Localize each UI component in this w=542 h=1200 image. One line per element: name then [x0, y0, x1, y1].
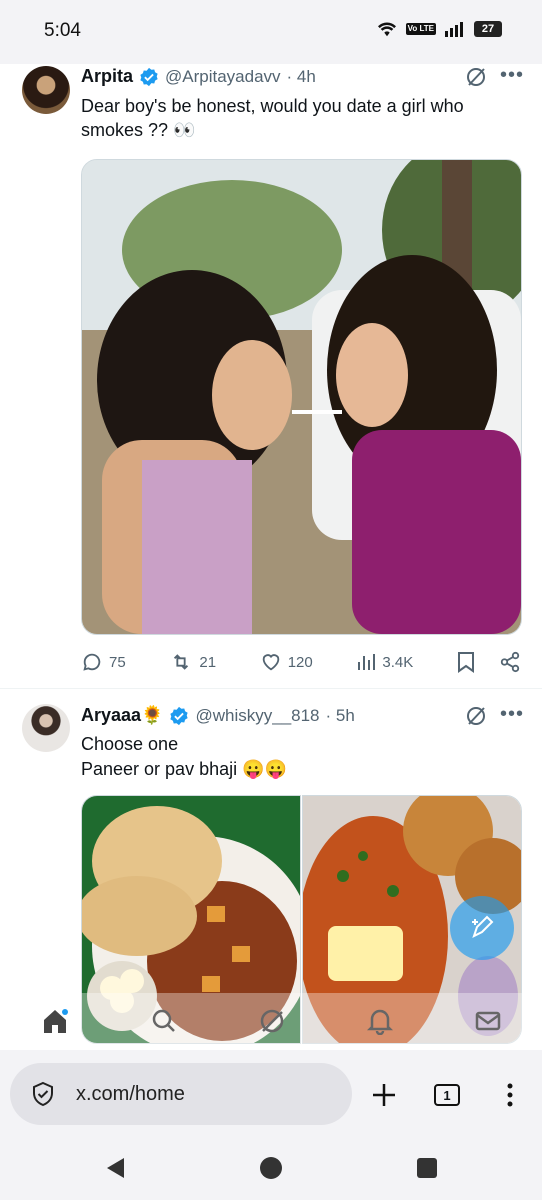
new-tab-icon[interactable]	[370, 1081, 398, 1109]
reply-count: 75	[109, 653, 126, 671]
messages-icon[interactable]	[474, 1007, 502, 1035]
compose-button[interactable]	[450, 896, 514, 960]
bottom-nav	[0, 993, 542, 1049]
tab-count: 1	[443, 1087, 451, 1103]
recents-icon[interactable]	[416, 1157, 438, 1179]
author-handle[interactable]: @whiskyy__818	[195, 706, 319, 726]
view-count: 3.4K	[382, 653, 414, 671]
browser-menu-icon[interactable]	[500, 1080, 520, 1110]
address-bar[interactable]: x.com/home	[10, 1063, 352, 1125]
battery-icon: 27	[474, 21, 502, 37]
tweet-time: · 5h	[325, 705, 355, 725]
tab-switcher-button[interactable]: 1	[434, 1084, 460, 1106]
tweet-text-line2: Paneer or pav bhaji 😛😛	[81, 759, 287, 779]
views-icon	[358, 654, 376, 670]
author-handle[interactable]: @Arpitayadavv	[165, 67, 281, 87]
url-text[interactable]: x.com/home	[76, 1083, 185, 1106]
retweet-button[interactable]: 21	[169, 651, 216, 673]
bookmark-icon[interactable]	[457, 651, 475, 673]
security-shield-icon[interactable]	[30, 1081, 56, 1107]
author-name[interactable]: Aryaaa🌻	[81, 705, 163, 726]
tweet-divider	[0, 688, 542, 689]
reply-button[interactable]: 75	[81, 651, 126, 673]
tweet-photo[interactable]	[81, 159, 522, 635]
tweet-header: Aryaaa🌻 @whiskyy__818 · 5h	[81, 705, 355, 726]
author-name[interactable]: Arpita	[81, 66, 133, 87]
verified-badge-icon	[140, 67, 158, 86]
wifi-icon	[377, 22, 396, 37]
compose-icon	[472, 915, 494, 938]
retweet-icon	[174, 654, 189, 670]
like-button[interactable]: 120	[260, 651, 313, 673]
tweet-time: · 4h	[286, 66, 316, 86]
retweet-count: 21	[199, 653, 217, 671]
share-icon[interactable]	[499, 651, 521, 673]
avatar[interactable]	[22, 704, 70, 752]
avatar[interactable]	[22, 66, 70, 114]
status-time: 5:04	[44, 20, 81, 41]
views-button[interactable]: 3.4K	[356, 652, 413, 672]
verified-badge-icon	[170, 706, 189, 725]
grok-nav-icon[interactable]	[258, 1007, 286, 1035]
volte-badge: Vo LTE	[405, 23, 436, 35]
status-icons: Vo LTE 27	[376, 20, 502, 38]
tweet-text-line1: Choose one	[81, 734, 179, 754]
grok-icon[interactable]	[465, 705, 487, 727]
more-options-icon[interactable]: •••	[500, 703, 524, 726]
more-options-icon[interactable]: •••	[500, 64, 524, 87]
reply-icon	[83, 653, 101, 671]
home-button-icon[interactable]	[259, 1156, 283, 1180]
status-bar: 5:04 Vo LTE 27	[0, 0, 542, 64]
back-icon[interactable]	[104, 1156, 126, 1180]
signal-icon	[445, 22, 463, 37]
tweet-actions: 75 21 120 3.4K	[81, 648, 521, 676]
search-icon[interactable]	[150, 1007, 178, 1035]
tweet-secondary-actions	[457, 651, 521, 673]
like-count: 120	[287, 653, 313, 671]
tweet-text: Dear boy's be honest, would you date a g…	[81, 96, 464, 140]
home-icon[interactable]	[40, 1006, 70, 1036]
grok-icon[interactable]	[465, 66, 487, 88]
system-nav-bar	[0, 1140, 542, 1200]
notifications-icon[interactable]	[366, 1007, 394, 1035]
tweet-header: Arpita @Arpitayadavv · 4h	[81, 66, 316, 87]
heart-icon	[262, 654, 279, 671]
